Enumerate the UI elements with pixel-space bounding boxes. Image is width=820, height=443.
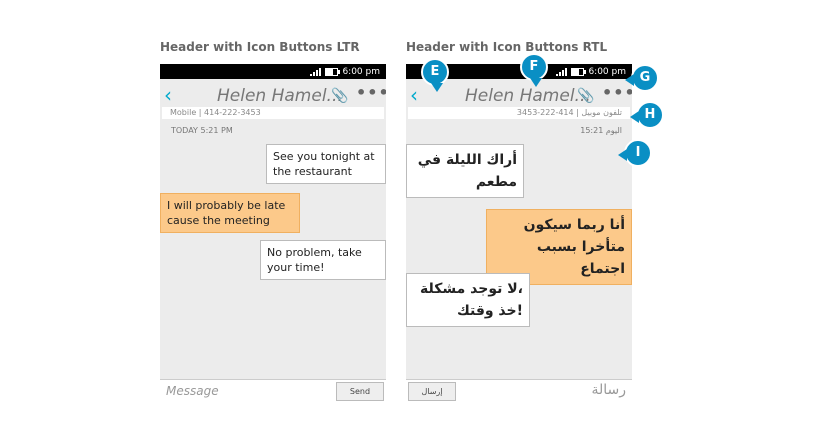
more-icon[interactable]: ••• — [356, 83, 386, 102]
contact-subheader: تلفون موبيل | 414-222-3453 — [408, 107, 630, 119]
back-icon[interactable]: ‹ — [164, 85, 172, 105]
signal-icon — [310, 67, 322, 76]
contact-name[interactable]: Helen Hamel... — [465, 86, 591, 106]
callout-marker-f: F — [520, 53, 548, 87]
conversation-date: TODAY 5:21 PM — [171, 126, 233, 135]
message-bubble-incoming: ،لا توجد مشكلة !خذ وقتك — [406, 273, 530, 327]
signal-icon — [556, 67, 568, 76]
ltr-phone-screen: 6:00 pm ‹ Helen Hamel... 📎 ••• Mobile | … — [160, 64, 386, 404]
attachment-icon[interactable]: 📎 — [331, 88, 348, 104]
contact-name[interactable]: Helen Hamel... — [217, 86, 343, 106]
ltr-section-title: Header with Icon Buttons LTR — [160, 40, 360, 54]
conversation-date: اليوم 15:21 — [580, 126, 622, 135]
message-input[interactable]: Message — [166, 384, 219, 398]
back-icon[interactable]: ‹ — [410, 85, 418, 105]
status-time: 6:00 pm — [588, 66, 626, 77]
status-time: 6:00 pm — [342, 66, 380, 77]
battery-icon — [325, 67, 341, 76]
message-input[interactable]: رسالة — [591, 382, 626, 398]
callout-marker-h: H — [630, 101, 664, 129]
callout-marker-i: I — [618, 139, 652, 167]
message-bubble-outgoing: I will probably be late cause the meetin… — [160, 193, 300, 233]
contact-subheader: Mobile | 414-222-3453 — [162, 107, 384, 119]
callout-marker-e: E — [421, 58, 449, 92]
rtl-phone-screen: 6:00 pm ‹ Helen Hamel... 📎 ••• تلفون موب… — [406, 64, 632, 404]
attachment-icon[interactable]: 📎 — [577, 88, 594, 104]
message-bubble-incoming: See you tonight at the restaurant — [266, 144, 386, 184]
send-button[interactable]: Send — [336, 382, 384, 401]
compose-bar: Message Send — [160, 379, 386, 404]
status-bar: 6:00 pm — [160, 64, 386, 79]
rtl-section-title: Header with Icon Buttons RTL — [406, 40, 608, 54]
send-button[interactable]: إرسال — [408, 382, 456, 401]
message-bubble-incoming: أراك الليلة في مطعم — [406, 144, 524, 198]
callout-marker-g: G — [625, 64, 659, 92]
compose-bar: إرسال رسالة — [406, 379, 632, 404]
battery-icon — [571, 67, 587, 76]
message-bubble-incoming: No problem, take your time! — [260, 240, 386, 280]
